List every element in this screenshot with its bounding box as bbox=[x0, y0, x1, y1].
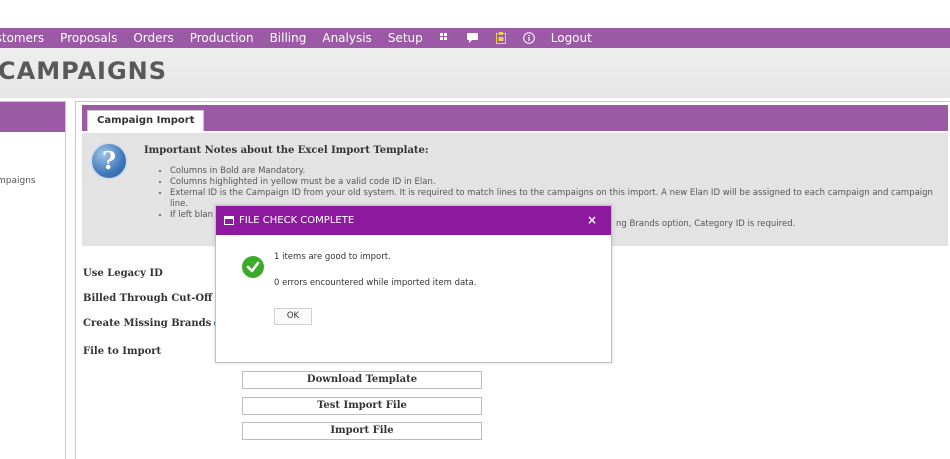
create-missing-brands-text: Create Missing Brands bbox=[83, 318, 212, 329]
nav-billing[interactable]: Billing bbox=[270, 31, 307, 45]
tab-campaign-import[interactable]: Campaign Import bbox=[87, 110, 205, 131]
clipboard-icon[interactable] bbox=[495, 32, 507, 44]
nav-analysis[interactable]: Analysis bbox=[322, 31, 371, 45]
nav-production[interactable]: Production bbox=[190, 31, 254, 45]
info-icon[interactable] bbox=[522, 32, 535, 44]
app-window: ustomers Proposals Orders Production Bil… bbox=[0, 0, 950, 459]
billed-through-cutoff-label: Billed Through Cut-Off ? bbox=[83, 293, 225, 304]
notes-text-fragment: ng Brands option, Category ID is require… bbox=[616, 219, 796, 229]
chat-icon[interactable] bbox=[467, 32, 479, 44]
billed-through-cutoff-text: Billed Through Cut-Off bbox=[83, 293, 213, 304]
use-legacy-id-text: Use Legacy ID bbox=[83, 268, 163, 279]
nav-proposals[interactable]: Proposals bbox=[60, 31, 117, 45]
tab-strip: Campaign Import bbox=[82, 105, 948, 131]
close-icon[interactable]: × bbox=[587, 213, 597, 227]
page-title: CAMPAIGNS bbox=[0, 57, 168, 85]
dialog-message-errors: 0 errors encountered while imported item… bbox=[274, 278, 477, 288]
nav-setup[interactable]: Setup bbox=[388, 31, 423, 45]
grid-icon[interactable] bbox=[439, 32, 451, 44]
notes-title: Important Notes about the Excel Import T… bbox=[144, 145, 429, 156]
test-import-file-button[interactable]: Test Import File bbox=[242, 397, 482, 415]
left-panel-header bbox=[0, 102, 65, 132]
file-to-import-label: File to Import bbox=[83, 346, 161, 357]
dialog-title: FILE CHECK COMPLETE bbox=[239, 215, 355, 226]
sidebar-item-campaigns[interactable]: mpaigns bbox=[0, 176, 36, 186]
nav-customers[interactable]: ustomers bbox=[0, 31, 44, 45]
success-check-icon bbox=[242, 256, 264, 278]
ok-button[interactable]: OK bbox=[274, 308, 312, 325]
title-band: CAMPAIGNS bbox=[0, 48, 950, 98]
dialog-message-items: 1 items are good to import. bbox=[274, 252, 391, 262]
import-file-button[interactable]: Import File bbox=[242, 422, 482, 440]
nav-logout[interactable]: Logout bbox=[551, 31, 592, 45]
list-item: Columns in Bold are Mandatory. bbox=[170, 166, 940, 177]
create-missing-brands-label: Create Missing Brands ? bbox=[83, 318, 224, 329]
download-template-button[interactable]: Download Template bbox=[242, 371, 482, 389]
question-icon: ? bbox=[90, 142, 128, 180]
file-check-dialog: FILE CHECK COMPLETE × 1 items are good t… bbox=[215, 205, 612, 363]
use-legacy-id-label: Use Legacy ID bbox=[83, 268, 163, 279]
window-icon bbox=[224, 216, 234, 225]
list-item: Columns highlighted in yellow must be a … bbox=[170, 177, 940, 188]
nav-orders[interactable]: Orders bbox=[133, 31, 173, 45]
left-panel: mpaigns bbox=[0, 101, 66, 459]
top-nav: ustomers Proposals Orders Production Bil… bbox=[0, 28, 950, 48]
dialog-header: FILE CHECK COMPLETE × bbox=[216, 206, 611, 235]
file-to-import-text: File to Import bbox=[83, 346, 162, 357]
